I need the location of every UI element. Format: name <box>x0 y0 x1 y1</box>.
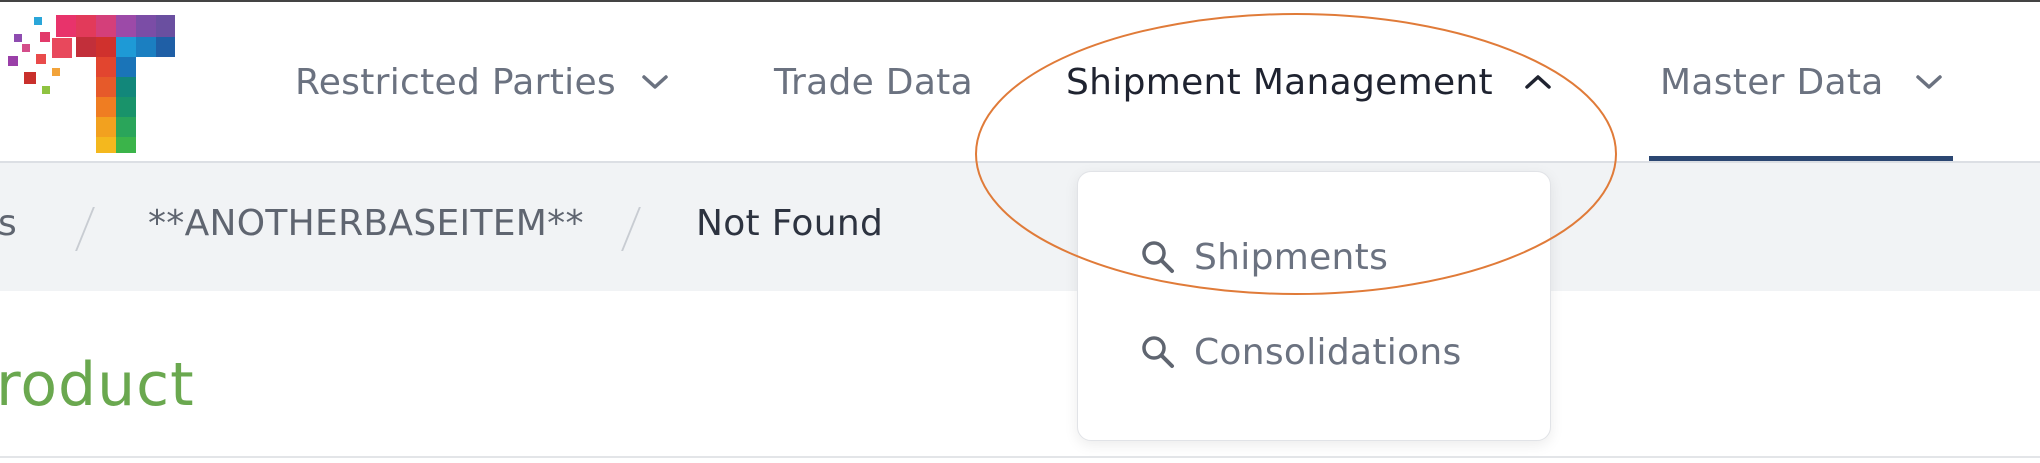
dropdown-item-label: Shipments <box>1194 236 1389 278</box>
nav-master-data[interactable]: Master Data <box>1660 57 1944 107</box>
nav-restricted-parties[interactable]: Restricted Parties <box>295 57 670 107</box>
nav-active-underline <box>1649 156 1953 161</box>
top-navbar: Restricted Parties Trade Data Shipment M… <box>0 2 2040 163</box>
search-icon <box>1138 237 1178 277</box>
dropdown-item-consolidations[interactable]: Consolidations <box>1138 327 1462 377</box>
breadcrumb-item[interactable]: s <box>0 203 17 244</box>
breadcrumb-item[interactable]: **ANOTHERBASEITEM** <box>148 203 584 244</box>
nav-trade-data[interactable]: Trade Data <box>774 57 973 107</box>
breadcrumb-current: Not Found <box>696 203 884 244</box>
chevron-up-icon <box>1523 72 1553 92</box>
nav-shipment-management[interactable]: Shipment Management <box>1066 57 1553 107</box>
search-icon <box>1138 332 1178 372</box>
dropdown-item-shipments[interactable]: Shipments <box>1138 232 1388 282</box>
nav-restricted-parties-label: Restricted Parties <box>295 61 616 103</box>
nav-shipment-management-label: Shipment Management <box>1066 61 1493 103</box>
chevron-down-icon <box>640 72 670 92</box>
chevron-down-icon <box>1914 72 1944 92</box>
nav-trade-data-label: Trade Data <box>774 61 973 103</box>
breadcrumb: s **ANOTHERBASEITEM** Not Found <box>0 163 2040 291</box>
divider <box>0 456 2040 458</box>
brand-logo[interactable] <box>0 8 180 154</box>
page-title: roduct <box>0 350 195 420</box>
shipment-management-dropdown: Shipments Consolidations <box>1077 171 1551 441</box>
dropdown-item-label: Consolidations <box>1194 331 1462 373</box>
nav-master-data-label: Master Data <box>1660 61 1884 103</box>
